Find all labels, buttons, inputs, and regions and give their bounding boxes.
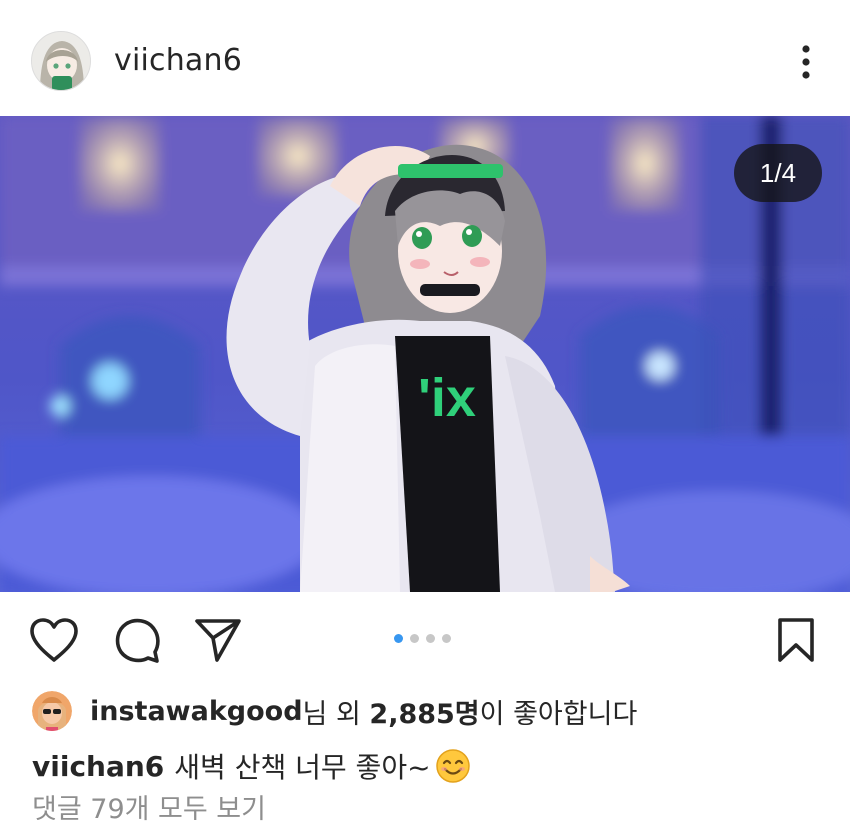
post-image-illustration: 'ix — [0, 116, 850, 592]
likes-suffix-text: 이 좋아합니다 — [479, 698, 638, 730]
likes-count[interactable]: 2,885명 — [369, 692, 479, 731]
smiling-face-icon — [435, 749, 470, 783]
paper-plane-icon — [195, 619, 241, 662]
image-counter-badge: 1/4 — [734, 144, 822, 202]
svg-text:'ix: 'ix — [418, 368, 476, 428]
post-header: viichan6 — [0, 0, 850, 116]
like-button[interactable] — [28, 614, 80, 666]
heart-icon — [30, 618, 78, 662]
liker-avatar-illustration — [32, 691, 72, 731]
caption-text: 새벽 산책 너무 좋아~ — [174, 751, 431, 784]
likes-middle-text: 님 외 — [302, 698, 370, 730]
avatar-illustration — [32, 32, 90, 90]
view-all-comments-link[interactable]: 댓글 79개 모두 보기 — [32, 788, 266, 832]
post-username[interactable]: viichan6 — [114, 40, 242, 82]
caption-username[interactable]: viichan6 — [32, 750, 164, 783]
carousel-dot — [426, 634, 435, 643]
likes-summary: instawakgood 님 외 2,885명 이 좋아합니다 — [32, 690, 637, 732]
carousel-dot — [394, 634, 403, 643]
carousel-indicator — [394, 634, 451, 644]
more-options-button[interactable] — [786, 40, 826, 84]
liker-username[interactable]: instawakgood — [90, 696, 303, 727]
share-button[interactable] — [192, 614, 244, 666]
post-image[interactable]: 'ix — [0, 116, 850, 592]
comment-button[interactable] — [111, 614, 163, 666]
carousel-dot — [442, 634, 451, 643]
post-caption: viichan6 새벽 산책 너무 좋아~ — [32, 744, 471, 788]
comment-icon — [115, 618, 160, 663]
profile-avatar[interactable] — [31, 31, 91, 91]
action-bar — [0, 592, 850, 682]
more-vertical-icon — [802, 45, 810, 79]
save-button[interactable] — [770, 614, 822, 666]
bookmark-icon — [778, 618, 814, 662]
carousel-dot — [410, 634, 419, 643]
liker-avatar[interactable] — [32, 691, 72, 731]
